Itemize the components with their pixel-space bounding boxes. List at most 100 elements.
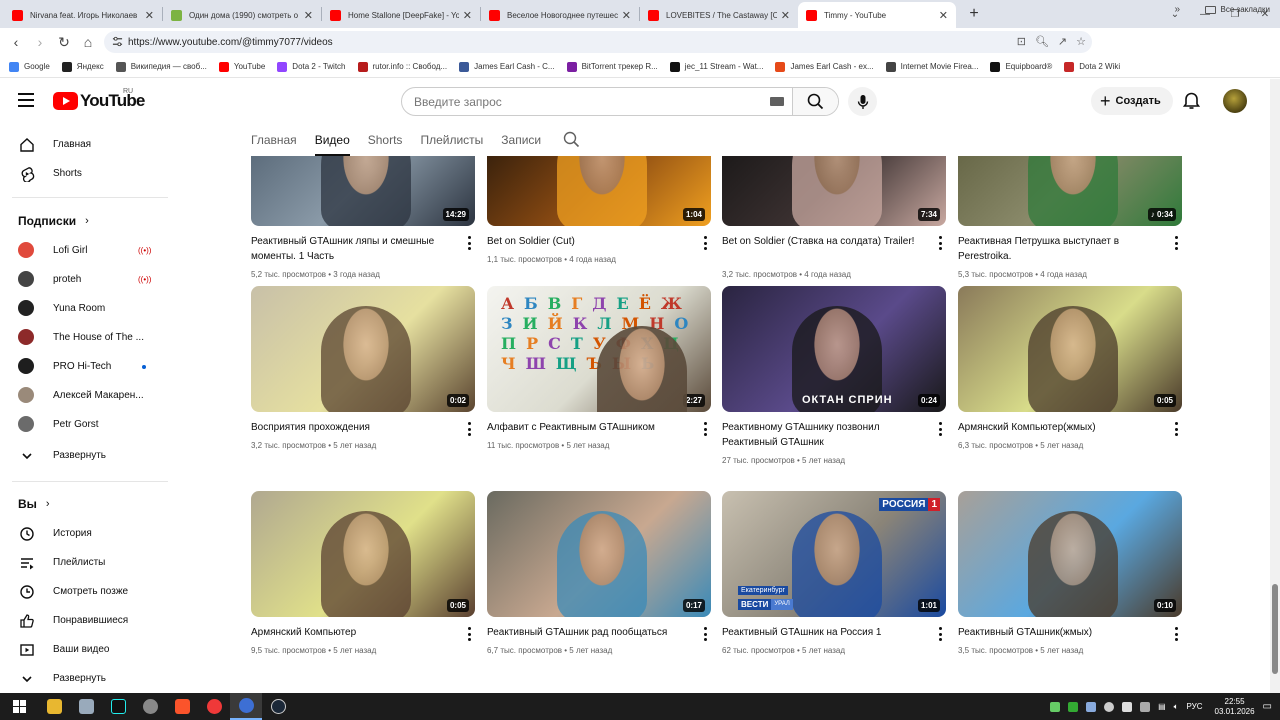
bookmarks-more-button[interactable]: »	[1174, 4, 1180, 15]
home-button[interactable]: ⌂	[76, 34, 100, 50]
vivaldi-icon[interactable]	[198, 693, 230, 720]
bookmark-item[interactable]: Яндекс	[61, 61, 104, 72]
forward-button[interactable]: ›	[28, 34, 52, 50]
bookmark-item[interactable]: rutor.info :: Свобод...	[357, 61, 447, 72]
language-indicator[interactable]: РУС	[1186, 702, 1202, 711]
video-menu-icon[interactable]	[1172, 236, 1180, 250]
video-menu-icon[interactable]	[936, 422, 944, 436]
video-thumbnail[interactable]: 0:10	[958, 491, 1182, 617]
tray-icon[interactable]	[1050, 701, 1061, 712]
sidebar-item[interactable]: Shorts	[0, 159, 170, 188]
keyboard-icon[interactable]	[770, 97, 784, 106]
taskbar-app-icon[interactable]	[134, 693, 166, 720]
video-menu-icon[interactable]	[465, 236, 473, 250]
tab-close-icon[interactable]: ✕	[781, 9, 790, 22]
bookmark-item[interactable]: Equipboard®	[990, 61, 1052, 72]
video-title[interactable]: Bet on Soldier (Ставка на солдата) Trail…	[722, 234, 924, 249]
sidebar-item[interactable]: Смотреть позже	[0, 577, 170, 606]
tray-icon[interactable]	[1140, 701, 1151, 712]
sidebar-item[interactable]: Yuna Room	[0, 294, 170, 323]
video-menu-icon[interactable]	[701, 627, 709, 641]
video-thumbnail[interactable]: 14:29	[251, 156, 475, 226]
share-icon[interactable]: ↗	[1058, 35, 1067, 48]
zoom-icon[interactable]: 🔍︎	[1035, 35, 1049, 48]
video-title[interactable]: Реактивная Петрушка выступает в Perestro…	[958, 234, 1160, 264]
tab-close-icon[interactable]: ✕	[939, 9, 948, 22]
bookmark-item[interactable]: James Earl Cash - C...	[459, 61, 555, 72]
video-thumbnail[interactable]: 1:04	[487, 156, 711, 226]
video-title[interactable]: Реактивный GTAшник ляпы и смешные момент…	[251, 234, 453, 264]
tiktok-icon[interactable]	[102, 693, 134, 720]
tab-close-icon[interactable]: ✕	[304, 9, 313, 22]
video-menu-icon[interactable]	[936, 236, 944, 250]
sidebar-item[interactable]: Плейлисты	[0, 548, 170, 577]
voice-search-button[interactable]	[848, 87, 877, 116]
bookmark-item[interactable]: Dota 2 - Twitch	[277, 61, 346, 72]
video-thumbnail[interactable]: 0:05	[958, 286, 1182, 412]
video-card[interactable]: ♪ 0:34 Реактивная Петрушка выступает в Pe…	[958, 156, 1182, 300]
video-menu-icon[interactable]	[465, 627, 473, 641]
video-card[interactable]: 14:29 Реактивный GTAшник ляпы и смешные м…	[251, 156, 475, 300]
back-button[interactable]: ‹	[4, 34, 28, 50]
install-app-icon[interactable]: ⊡	[1017, 35, 1026, 48]
video-card[interactable]: 0:02 Восприятия прохождения 3,2 тыс. просм…	[251, 286, 475, 486]
browser-tab[interactable]: Nirvana feat. Игорь Николаев ✕	[4, 2, 162, 28]
tray-icon[interactable]	[1086, 701, 1097, 712]
network-icon[interactable]: ▤	[1158, 702, 1166, 711]
video-menu-icon[interactable]	[465, 422, 473, 436]
volume-icon[interactable]: 🔈︎	[1174, 702, 1179, 712]
site-info-icon[interactable]	[112, 36, 123, 47]
sidebar-item[interactable]: Главная	[0, 130, 170, 159]
brave-browser-icon[interactable]	[166, 693, 198, 720]
video-title[interactable]: Реактивный GTAшник рад пообщаться	[487, 625, 689, 640]
search-input[interactable]: Введите запрос	[402, 88, 792, 115]
sidebar-item[interactable]: proteh ((•))	[0, 265, 170, 294]
sidebar-item[interactable]: История	[0, 519, 170, 548]
clock[interactable]: 22:55 03.01.2026	[1215, 697, 1255, 717]
bookmark-item[interactable]: Google	[9, 61, 50, 72]
menu-icon[interactable]	[18, 93, 34, 107]
browser-tab[interactable]: Timmy - YouTube ✕	[798, 2, 956, 28]
bookmark-item[interactable]: Internet Movie Firea...	[885, 61, 978, 72]
video-title[interactable]: Реактивному GTAшнику позвонил Реактивный…	[722, 420, 924, 450]
search-button[interactable]	[792, 88, 838, 115]
tray-icon[interactable]	[1122, 701, 1133, 712]
sidebar-item[interactable]: Понравившиеся	[0, 606, 170, 635]
video-menu-icon[interactable]	[1172, 627, 1180, 641]
video-title[interactable]: Bet on Soldier (Cut)	[487, 234, 689, 249]
video-card[interactable]: 7:34 Bet on Soldier (Ставка на солдата) T…	[722, 156, 946, 300]
tab-close-icon[interactable]: ✕	[463, 9, 472, 22]
video-title[interactable]: Армянский Компьютер(жмых)	[958, 420, 1160, 435]
sidebar-item[interactable]: Алексей Макарен...	[0, 381, 170, 410]
sidebar-item[interactable]: The House of The ...	[0, 323, 170, 352]
sidebar-item[interactable]: Lofi Girl ((•))	[0, 236, 170, 265]
tab-close-icon[interactable]: ✕	[622, 9, 631, 22]
browser-active-icon[interactable]	[230, 693, 262, 720]
video-card[interactable]: РОССИЯ 1 Екатеринбург ВЕСТИ УРАЛ 1:01 Реактивн…	[722, 491, 946, 691]
video-thumbnail[interactable]: ♪ 0:34	[958, 156, 1182, 226]
video-card[interactable]: 0:17 Реактивный GTAшник рад пообщаться 6,7…	[487, 491, 711, 691]
taskbar-app-icon[interactable]	[70, 693, 102, 720]
channel-search-icon[interactable]	[563, 131, 581, 149]
video-menu-icon[interactable]	[936, 627, 944, 641]
tab-1[interactable]: Главная	[251, 123, 297, 156]
new-tab-button[interactable]: +	[962, 2, 986, 26]
all-bookmarks-button[interactable]: Все закладки	[1204, 5, 1270, 14]
tab-5[interactable]: Записи	[501, 123, 541, 156]
sidebar-item[interactable]: Ваши видео	[0, 635, 170, 664]
sidebar-item[interactable]: Развернуть	[0, 664, 170, 693]
scrollbar-thumb[interactable]	[1272, 584, 1278, 674]
create-button[interactable]: + Создать	[1091, 87, 1173, 115]
tab-3[interactable]: Shorts	[368, 123, 403, 156]
sidebar-item[interactable]: Развернуть	[0, 441, 170, 470]
browser-tab[interactable]: LOVEBITES / The Castaway [Off ✕	[640, 2, 798, 28]
video-menu-icon[interactable]	[1172, 422, 1180, 436]
video-card[interactable]: 0:05 Армянский Компьютер 9,5 тыс. просмотр…	[251, 491, 475, 691]
video-card[interactable]: 0:10 Реактивный GTAшник(жмых) 3,5 тыс. про…	[958, 491, 1182, 691]
steam-tray-icon[interactable]	[1104, 701, 1115, 712]
youtube-logo[interactable]: YouTube RU	[53, 88, 145, 111]
browser-tab[interactable]: Веселое Новогоднее путешес ✕	[481, 2, 639, 28]
address-bar[interactable]: https://www.youtube.com/@timmy7077/video…	[104, 31, 1092, 53]
video-thumbnail[interactable]: 0:02	[251, 286, 475, 412]
you-heading[interactable]: Вы ›	[18, 497, 50, 511]
